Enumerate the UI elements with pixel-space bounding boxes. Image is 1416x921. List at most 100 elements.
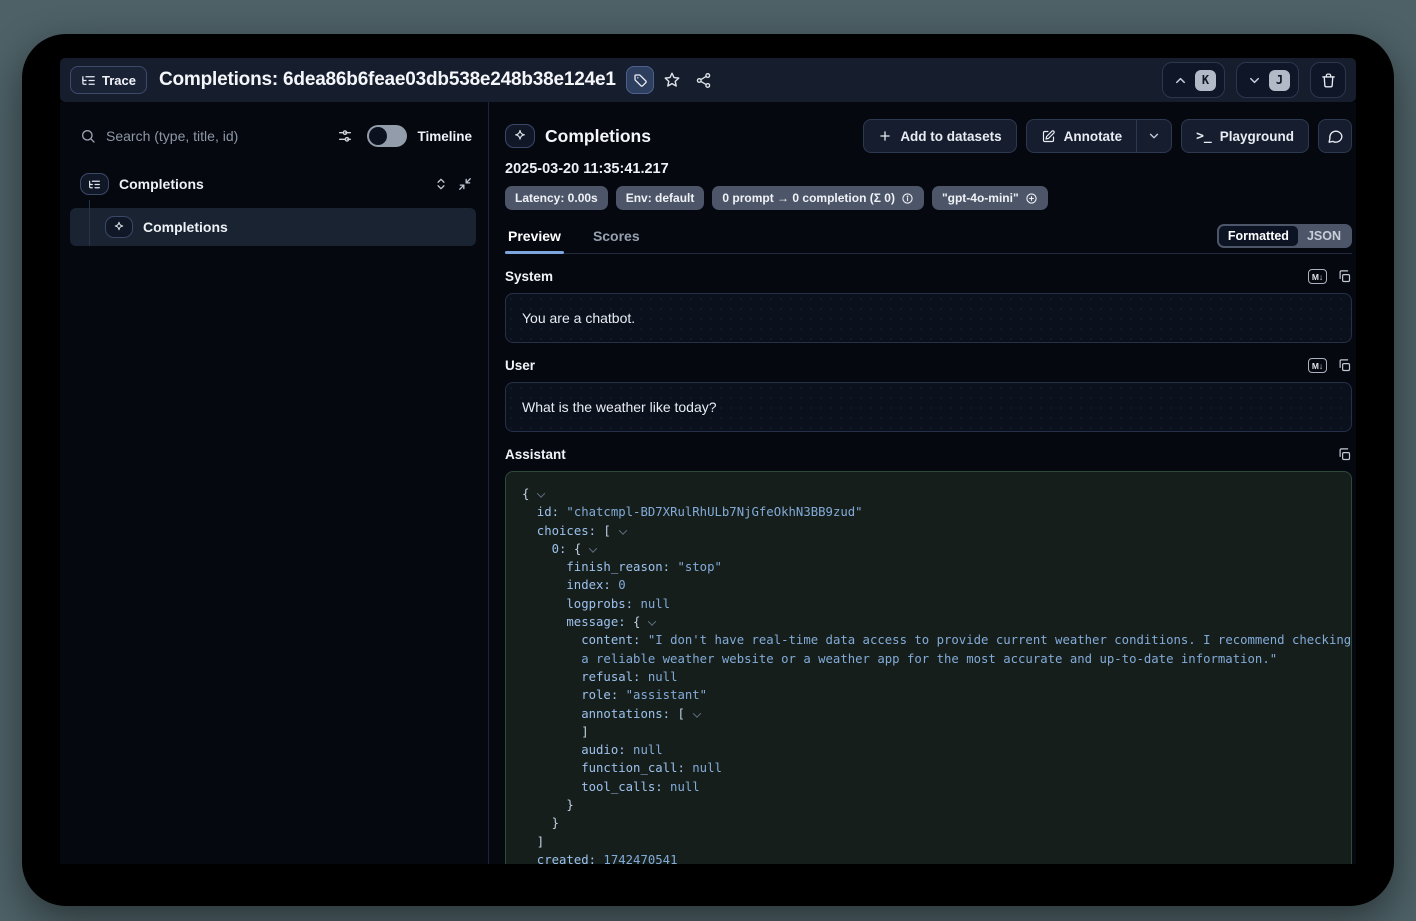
format-option-formatted[interactable]: Formatted <box>1219 226 1298 246</box>
latency-badge-label: Latency: 0.00s <box>515 191 598 205</box>
tree-item-trace-root[interactable]: Completions <box>60 168 488 200</box>
assistant-code: {id: "chatcmpl-BD7XRulRhULb7NjGfeOkhN3BB… <box>505 471 1352 864</box>
observation-header: Completions Add to datasets <box>505 118 1352 154</box>
system-section-header: System M↓ <box>505 269 1352 284</box>
tree-controls <box>434 177 472 191</box>
system-section-icons: M↓ <box>1308 269 1352 284</box>
plus-icon <box>878 129 892 143</box>
playground-button[interactable]: >_ Playground <box>1181 119 1309 153</box>
tag-button[interactable] <box>626 66 654 94</box>
terminal-icon: >_ <box>1196 129 1212 144</box>
collapse-chevron-icon[interactable] <box>619 526 627 534</box>
timeline-toggle[interactable] <box>367 125 407 147</box>
metadata-badges: Latency: 0.00s Env: default 0 prompt → 0… <box>505 186 1352 210</box>
share-button[interactable] <box>690 66 718 94</box>
favorite-button[interactable] <box>658 66 686 94</box>
token-usage-badge[interactable]: 0 prompt → 0 completion (Σ 0) <box>712 186 924 210</box>
code-line: function_call: null <box>522 759 1335 777</box>
user-section-header: User M↓ <box>505 358 1352 373</box>
sidebar-search-row: Timeline <box>60 120 488 152</box>
desktop-background: Trace Completions: 6dea86b6feae03db538e2… <box>0 0 1416 921</box>
chevron-down-icon <box>1247 73 1262 88</box>
tab-preview[interactable]: Preview <box>505 228 564 253</box>
trace-tree-sidebar: Timeline Completions <box>60 102 488 864</box>
search-input[interactable] <box>106 128 337 144</box>
code-line: finish_reason: "stop" <box>522 558 1335 576</box>
tree-child-label: Completions <box>143 219 228 235</box>
user-role-label: User <box>505 358 535 373</box>
annotate-dropdown-button[interactable] <box>1137 120 1171 152</box>
nav-previous-button[interactable]: K <box>1162 62 1225 98</box>
collapse-all-icon[interactable] <box>458 177 472 191</box>
toggle-knob <box>369 127 387 145</box>
system-message-box: You are a chatbot. <box>505 293 1352 343</box>
sliders-icon[interactable] <box>337 128 353 144</box>
keycap-j: J <box>1269 70 1290 91</box>
search-icon <box>80 128 96 144</box>
delete-trace-button[interactable] <box>1310 62 1346 98</box>
app-window: Trace Completions: 6dea86b6feae03db538e2… <box>22 34 1394 906</box>
comment-bubble-icon <box>1327 128 1344 145</box>
tree-item-generation[interactable]: Completions <box>70 208 476 246</box>
copy-icon[interactable] <box>1337 447 1352 462</box>
code-line: index: 0 <box>522 576 1335 594</box>
annotate-button[interactable]: Annotate <box>1027 120 1137 152</box>
format-toggle: Formatted JSON <box>1217 224 1352 248</box>
user-message-box: What is the weather like today? <box>505 382 1352 432</box>
chevron-up-icon <box>1173 73 1188 88</box>
add-to-datasets-label: Add to datasets <box>900 129 1001 144</box>
markdown-toggle-icon[interactable]: M↓ <box>1308 358 1327 373</box>
info-icon <box>901 192 914 205</box>
timeline-toggle-label: Timeline <box>417 129 472 144</box>
code-line: { <box>522 485 1335 503</box>
topbar-right-actions: K J <box>1162 62 1346 98</box>
assistant-role-label: Assistant <box>505 447 566 462</box>
trace-tree: Completions <box>60 168 488 246</box>
comments-button[interactable] <box>1318 119 1352 153</box>
user-message-text: What is the weather like today? <box>522 399 717 415</box>
code-line: ] <box>522 723 1335 741</box>
generation-node-icon <box>105 216 133 238</box>
code-line: a reliable weather website or a weather … <box>522 650 1335 668</box>
tab-scores[interactable]: Scores <box>590 228 643 253</box>
nav-next-button[interactable]: J <box>1236 62 1299 98</box>
markdown-toggle-icon[interactable]: M↓ <box>1308 269 1327 284</box>
latency-badge: Latency: 0.00s <box>505 186 608 210</box>
annotate-label: Annotate <box>1064 129 1123 144</box>
trace-node-icon <box>80 173 109 195</box>
observation-actions: Add to datasets Annotate <box>863 119 1352 153</box>
environment-badge: Env: default <box>616 186 705 210</box>
generation-icon <box>505 124 535 148</box>
add-to-datasets-button[interactable]: Add to datasets <box>863 119 1016 153</box>
trash-icon <box>1320 72 1337 89</box>
observation-detail-panel: Completions Add to datasets <box>489 102 1356 864</box>
code-line: role: "assistant" <box>522 686 1335 704</box>
tag-icon <box>632 72 648 88</box>
code-line: annotations: [ <box>522 705 1335 723</box>
copy-icon[interactable] <box>1337 269 1352 284</box>
collapse-chevron-icon[interactable] <box>589 544 597 552</box>
assistant-section-icons <box>1337 447 1352 462</box>
tree-guide-line <box>89 200 90 246</box>
assistant-section-header: Assistant <box>505 447 1352 462</box>
observation-timestamp: 2025-03-20 11:35:41.217 <box>505 161 1352 177</box>
collapse-chevron-icon[interactable] <box>537 489 545 497</box>
star-icon <box>663 71 681 89</box>
collapse-chevron-icon[interactable] <box>648 617 656 625</box>
copy-icon[interactable] <box>1337 358 1352 373</box>
playground-label: Playground <box>1220 129 1294 144</box>
code-line: 0: { <box>522 540 1335 558</box>
model-badge[interactable]: "gpt-4o-mini" <box>932 186 1048 210</box>
format-option-json[interactable]: JSON <box>1298 226 1350 246</box>
code-line: content: "I don't have real-time data ac… <box>522 631 1335 649</box>
model-badge-label: "gpt-4o-mini" <box>942 191 1019 205</box>
collapse-chevron-icon[interactable] <box>693 709 701 717</box>
code-line: } <box>522 814 1335 832</box>
code-line: refusal: null <box>522 668 1335 686</box>
trace-badge-label: Trace <box>102 73 136 88</box>
token-usage-label: 0 prompt → 0 completion (Σ 0) <box>722 191 895 205</box>
edit-icon <box>1041 129 1056 144</box>
code-line: logprobs: null <box>522 595 1335 613</box>
code-line: tool_calls: null <box>522 778 1335 796</box>
expand-all-icon[interactable] <box>434 177 448 191</box>
